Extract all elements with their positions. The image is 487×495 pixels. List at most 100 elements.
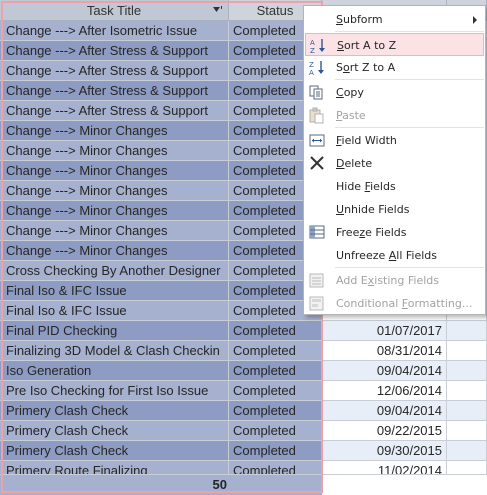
menu-item-sort-z-to-a[interactable]: Z A Sort Z to A xyxy=(305,56,484,79)
table-row[interactable]: Iso Generation Completed 09/04/2014 xyxy=(0,361,487,381)
menu-item-label: Conditional Formatting... xyxy=(336,297,473,310)
menu-item-conditional-formatting: Conditional Formatting... xyxy=(305,292,484,315)
cell-status[interactable]: Completed xyxy=(229,321,322,341)
menu-separator xyxy=(335,127,484,128)
svg-text:Z: Z xyxy=(310,47,315,54)
menu-separator xyxy=(335,267,484,268)
cell-status[interactable]: Completed xyxy=(229,441,322,461)
svg-text:Z: Z xyxy=(309,61,314,69)
menu-item-label: Sort Z to A xyxy=(336,61,396,74)
table-row[interactable]: Primery Clash Check Completed 09/22/2015 xyxy=(0,421,487,441)
table-row[interactable]: Primery Clash Check Completed 09/30/2015 xyxy=(0,441,487,461)
cell-date[interactable]: 09/04/2014 xyxy=(322,401,447,421)
column-header-task-title[interactable]: Task Title xyxy=(0,0,229,21)
cell-date[interactable]: 09/04/2014 xyxy=(322,361,447,381)
cell-task-title[interactable]: Change ---> After Stress & Support xyxy=(0,101,229,121)
cell-task-title[interactable]: Change ---> Minor Changes xyxy=(0,141,229,161)
cell-task-title[interactable]: Iso Generation xyxy=(0,361,229,381)
cell-extra[interactable] xyxy=(447,361,487,381)
cell-task-title[interactable]: Change ---> After Stress & Support xyxy=(0,61,229,81)
table-row[interactable]: Finalizing 3D Model & Clash Checkin Compl… xyxy=(0,341,487,361)
cell-date[interactable]: 08/31/2014 xyxy=(322,341,447,361)
chevron-right-icon xyxy=(473,16,477,24)
add-existing-fields-icon xyxy=(308,272,326,289)
menu-item-paste: Paste xyxy=(305,104,484,127)
delete-icon xyxy=(308,155,326,172)
cell-status[interactable]: Completed xyxy=(229,361,322,381)
menu-item-copy[interactable]: Copy xyxy=(305,81,484,104)
cell-task-title[interactable]: Change ---> Minor Changes xyxy=(0,221,229,241)
cell-task-title[interactable]: Change ---> After Isometric Issue xyxy=(0,21,229,41)
column-header-label: Status xyxy=(256,3,294,18)
freeze-fields-icon xyxy=(308,224,326,241)
conditional-formatting-icon xyxy=(308,295,326,312)
cell-task-title[interactable]: Primery Clash Check xyxy=(0,441,229,461)
cell-extra[interactable] xyxy=(447,401,487,421)
menu-item-label: Hide Fields xyxy=(336,180,396,193)
cell-status[interactable]: Completed xyxy=(229,381,322,401)
menu-item-field-width[interactable]: Field Width xyxy=(305,129,484,152)
cell-status[interactable]: Completed xyxy=(229,401,322,421)
table-row[interactable]: Pre Iso Checking for First Iso Issue Comp… xyxy=(0,381,487,401)
cell-extra[interactable] xyxy=(447,441,487,461)
menu-separator xyxy=(335,79,484,80)
menu-item-delete[interactable]: Delete xyxy=(305,152,484,175)
svg-text:A: A xyxy=(310,39,315,47)
cell-task-title[interactable]: Change ---> Minor Changes xyxy=(0,241,229,261)
column-header-label: Task Title xyxy=(86,3,142,18)
cell-date[interactable]: 09/30/2015 xyxy=(322,441,447,461)
menu-item-label: Freeze Fields xyxy=(336,226,407,239)
menu-item-sort-a-to-z[interactable]: A Z Sort A to Z xyxy=(305,33,484,56)
cell-task-title[interactable]: Change ---> Minor Changes xyxy=(0,181,229,201)
menu-item-hide-fields[interactable]: Hide Fields xyxy=(305,175,484,198)
menu-item-subform[interactable]: Subform xyxy=(305,8,484,31)
copy-icon xyxy=(308,84,326,101)
menu-item-label: Field Width xyxy=(336,134,397,147)
cell-task-title[interactable]: Final PID Checking xyxy=(0,321,229,341)
cell-extra[interactable] xyxy=(447,381,487,401)
totals-row: 50 xyxy=(0,474,487,495)
total-status-cell xyxy=(229,475,322,495)
cell-extra[interactable] xyxy=(447,421,487,441)
menu-item-unfreeze-all-fields[interactable]: Unfreeze All Fields xyxy=(305,244,484,267)
field-width-icon xyxy=(308,132,326,149)
menu-item-label: Add Existing Fields xyxy=(336,274,439,287)
cell-task-title[interactable]: Change ---> After Stress & Support xyxy=(0,81,229,101)
menu-item-label: Unhide Fields xyxy=(336,203,410,216)
cell-task-title[interactable]: Change ---> Minor Changes xyxy=(0,121,229,141)
cell-task-title[interactable]: Primery Clash Check xyxy=(0,401,229,421)
cell-task-title[interactable]: Final Iso & IFC Issue xyxy=(0,301,229,321)
cell-task-title[interactable]: Final Iso & IFC Issue xyxy=(0,281,229,301)
svg-text:A: A xyxy=(309,69,314,76)
filter-dropdown-icon[interactable] xyxy=(213,6,223,15)
cell-task-title[interactable]: Pre Iso Checking for First Iso Issue xyxy=(0,381,229,401)
menu-item-label: Unfreeze All Fields xyxy=(336,249,438,262)
table-row[interactable]: Final PID Checking Completed 01/07/2017 xyxy=(0,321,487,341)
cell-date[interactable]: 12/06/2014 xyxy=(322,381,447,401)
cell-task-title[interactable]: Cross Checking By Another Designer xyxy=(0,261,229,281)
cell-date[interactable]: 09/22/2015 xyxy=(322,421,447,441)
menu-item-label: Sort A to Z xyxy=(337,39,397,52)
sort-descending-icon: ZA xyxy=(308,59,326,77)
context-menu: Subform A Z Sort A to Z Z A Sort Z to A Copy Pas… xyxy=(303,5,486,315)
cell-extra[interactable] xyxy=(447,321,487,341)
menu-item-label: Subform xyxy=(336,13,383,26)
cell-task-title[interactable]: Change ---> Minor Changes xyxy=(0,201,229,221)
menu-item-label: Delete xyxy=(336,157,373,170)
paste-icon xyxy=(308,107,326,124)
cell-task-title[interactable]: Finalizing 3D Model & Clash Checkin xyxy=(0,341,229,361)
menu-item-freeze-fields[interactable]: Freeze Fields xyxy=(305,221,484,244)
menu-separator xyxy=(335,31,484,32)
cell-task-title[interactable]: Change ---> Minor Changes xyxy=(0,161,229,181)
cell-extra[interactable] xyxy=(447,341,487,361)
cell-task-title[interactable]: Primery Clash Check xyxy=(0,421,229,441)
table-row[interactable]: Primery Clash Check Completed 09/04/2014 xyxy=(0,401,487,421)
cell-status[interactable]: Completed xyxy=(229,341,322,361)
menu-item-label: Paste xyxy=(336,109,366,122)
cell-task-title[interactable]: Change ---> After Stress & Support xyxy=(0,41,229,61)
menu-item-label: Copy xyxy=(336,86,364,99)
cell-status[interactable]: Completed xyxy=(229,421,322,441)
cell-date[interactable]: 01/07/2017 xyxy=(322,321,447,341)
total-count: 50 xyxy=(0,475,229,495)
menu-item-unhide-fields[interactable]: Unhide Fields xyxy=(305,198,484,221)
